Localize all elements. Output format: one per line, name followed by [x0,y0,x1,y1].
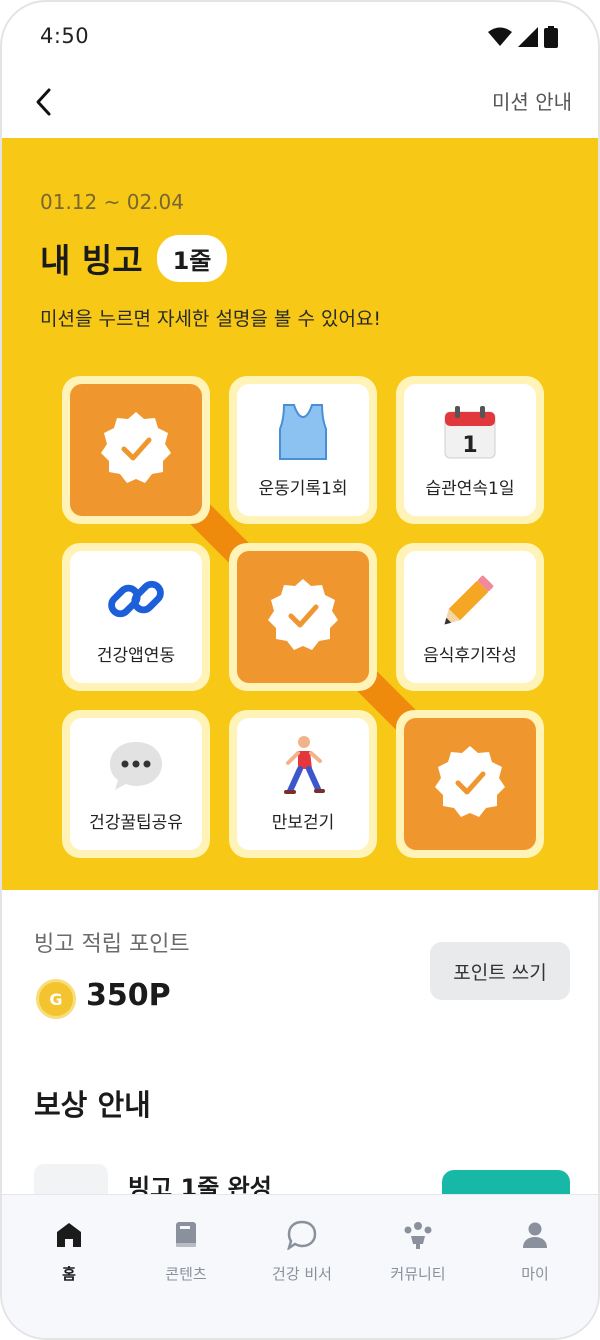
bingo-cell-6[interactable]: 음식후기작성 [396,543,544,691]
phone-frame: 4:50 미션 안내 01.12 ~ 02.04 내 빙고 1줄 미션을 누르면… [0,0,600,1340]
bingo-cell-5[interactable] [229,543,377,691]
cell-label: 습관연속1일 [425,478,515,499]
cell-label: 만보걷기 [271,812,335,833]
coin-letter: G [49,989,63,1009]
bingo-title: 내 빙고 [40,241,143,280]
cell-inner: 운동기록1회 [237,384,369,516]
cell-label: 운동기록1회 [258,478,348,499]
nav-item-home[interactable]: 홈 [14,1219,124,1284]
community-icon [402,1219,434,1251]
nav-label: 마이 [521,1265,549,1283]
status-time: 4:50 [40,24,90,48]
points-label: 빙고 적립 포인트 [34,932,190,957]
reward-section-title: 보상 안내 [34,1088,151,1122]
calendar-day: 1 [462,433,477,458]
check-badge-icon [264,576,342,658]
bingo-lines-badge: 1줄 [156,234,228,282]
walking-person-icon [273,735,333,796]
bingo-cell-8[interactable]: 만보걷기 [229,710,377,858]
nav-item-contents[interactable]: 콘텐츠 [131,1219,241,1284]
battery-icon [544,26,558,52]
cell-inner: 만보걷기 [237,718,369,850]
bingo-cell-7[interactable]: 건강꿀팁공유 [62,710,210,858]
cell-inner [70,384,202,516]
back-button[interactable] [26,82,66,122]
cell-inner: 건강꿀팁공유 [70,718,202,850]
use-points-button[interactable]: 포인트 쓰기 [430,942,570,1000]
bingo-hero: 01.12 ~ 02.04 내 빙고 1줄 미션을 누르면 자세한 설명을 볼 … [2,138,598,890]
status-icons [488,26,558,52]
cell-inner [237,551,369,683]
chevron-left-icon [26,88,66,126]
check-badge-icon [97,409,175,491]
tank-top-icon [273,402,333,462]
cell-label: 건강앱연동 [96,645,176,666]
cell-inner: 음식후기작성 [404,551,536,683]
mission-guide-link[interactable]: 미션 안내 [492,86,572,115]
pencil-icon [440,569,500,629]
speech-bubble-icon [106,736,166,796]
nav-item-my[interactable]: 마이 [480,1219,590,1284]
bottom-nav: 홈 콘텐츠 건강 비서 커뮤니티 마이 [2,1194,598,1338]
cell-label: 건강꿀팁공유 [89,812,183,833]
chat-bubble-icon [286,1219,318,1251]
link-icon [106,569,166,629]
bingo-period: 01.12 ~ 02.04 [40,190,184,214]
top-app-bar: 미션 안내 [2,72,598,138]
nav-label: 콘텐츠 [165,1265,207,1283]
cell-label: 음식후기작성 [423,645,517,666]
bingo-cell-3[interactable]: 1 습관연속1일 [396,376,544,524]
cell-inner: 1 습관연속1일 [404,384,536,516]
bingo-cell-1[interactable] [62,376,210,524]
bingo-cell-4[interactable]: 건강앱연동 [62,543,210,691]
calendar-icon: 1 [440,402,500,462]
book-icon [170,1219,202,1251]
status-bar: 4:50 [2,2,598,72]
person-icon [519,1219,551,1251]
nav-label: 건강 비서 [272,1265,332,1283]
cell-inner [404,718,536,850]
bingo-subtitle: 미션을 누르면 자세한 설명을 볼 수 있어요! [40,308,382,330]
bingo-cell-2[interactable]: 운동기록1회 [229,376,377,524]
cell-inner: 건강앱연동 [70,551,202,683]
coin-icon: G [36,979,76,1019]
nav-item-health-assistant[interactable]: 건강 비서 [247,1219,357,1284]
check-badge-icon [431,743,509,825]
wifi-icon [488,27,512,51]
signal-icon [518,27,538,51]
nav-label: 홈 [62,1265,76,1283]
bingo-cell-9[interactable] [396,710,544,858]
bingo-board: 운동기록1회 1 습관연속1일 건강앱연동 음식후기작성 건강꿀팁공유 만보걷기 [62,376,544,858]
bingo-title-row: 내 빙고 1줄 [40,234,228,282]
nav-label: 커뮤니티 [390,1265,446,1283]
points-value: 350P [86,978,171,1013]
home-icon [53,1219,85,1251]
nav-item-community[interactable]: 커뮤니티 [363,1219,473,1284]
